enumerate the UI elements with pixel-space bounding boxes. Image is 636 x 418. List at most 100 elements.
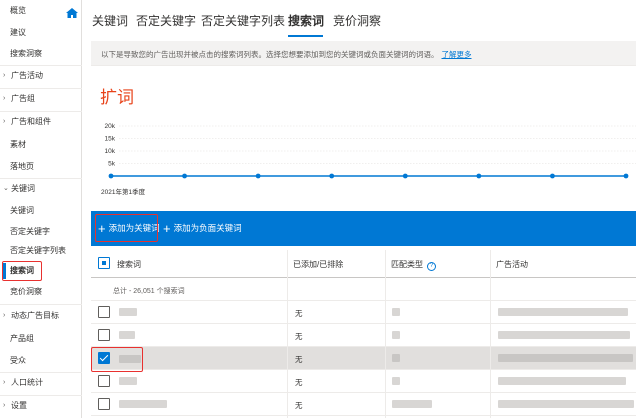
chevron-right-icon: › [3,95,6,102]
select-all-checkbox[interactable] [98,257,110,269]
main-content: 关键词 否定关键字 否定关键字列表 搜索词 竞价洞察 以下是导致您的广告出现并被… [83,0,636,418]
sidebar-item-search-insights[interactable]: 搜索洞察 [0,43,82,65]
sidebar-item-label: 否定关键字列表 [10,246,66,255]
chevron-right-icon: › [3,312,6,319]
sidebar-item-ad-groups[interactable]: › 广告组 [0,88,82,110]
sidebar: 概览 建议 搜索洞察 › 广告活动 › 广告组 › 广告和组件 素材 落地页 ⌄ 关键词… [0,0,82,418]
sidebar-item-assets[interactable]: 素材 [0,134,82,156]
tab-negative-keywords[interactable]: 否定关键字 [136,12,196,29]
redacted-term [119,377,137,385]
sidebar-item-keywords[interactable]: 关键词 [0,200,82,222]
add-as-negative-keyword-button[interactable]: + 添加为负面关键词 [163,221,242,236]
tab-active-underline [288,35,323,37]
column-divider [490,250,491,418]
row-checkbox[interactable] [98,329,110,341]
table-row[interactable]: 无 [91,347,636,370]
summary-row: 总计 - 26,051 个搜索词 [91,278,636,301]
row-checkbox[interactable] [98,398,110,410]
sidebar-item-label: 概览 [10,6,26,15]
y-tick-label: 10k [105,148,116,155]
sidebar-item-landing-pages[interactable]: 落地页 [0,156,82,178]
sidebar-item-demographics[interactable]: › 人口统计 [0,372,82,394]
table-header: 搜索词 已添加/已排除 匹配类型? 广告活动 [91,250,636,278]
table-row[interactable]: 无 [91,301,636,324]
redacted-match-type [392,308,400,316]
sidebar-item-label: 关键词 [11,184,35,193]
chevron-right-icon: › [3,379,6,386]
redacted-campaign [498,400,634,408]
help-icon[interactable]: ? [427,262,436,271]
sidebar-item-campaigns[interactable]: › 广告活动 [0,65,82,87]
sidebar-item-ads-assets[interactable]: › 广告和组件 [0,111,82,133]
sidebar-item-settings[interactable]: › 设置 [0,395,82,417]
y-tick-label: 5k [108,161,116,168]
row-checkbox[interactable] [98,306,110,318]
chevron-right-icon: › [3,72,6,79]
sidebar-item-label: 人口统计 [11,378,43,387]
redacted-match-type [392,354,400,362]
data-point[interactable] [255,173,261,179]
highlight-box [95,214,158,242]
sidebar-item-product-groups[interactable]: 产品组 [0,328,82,350]
column-header-added-excluded[interactable]: 已添加/已排除 [293,259,343,270]
redacted-term [119,400,167,408]
data-point[interactable] [550,173,555,179]
column-divider [287,250,288,418]
redacted-term [119,308,137,316]
info-message: 以下是导致您的广告出现并被点击的搜索词列表。选择您想要添加到您的关键词或负面关键… [101,50,439,59]
redacted-term [119,331,135,339]
chevron-right-icon: › [3,118,6,125]
redacted-campaign [498,354,633,362]
tab-negative-keyword-lists[interactable]: 否定关键字列表 [201,12,285,29]
section-title: 扩词 [100,88,134,107]
column-header-campaign[interactable]: 广告活动 [496,259,528,270]
data-point[interactable] [476,173,482,179]
chevron-down-icon: ⌄ [3,185,9,192]
redacted-match-type [392,331,400,339]
table-row[interactable]: 无 [91,393,636,416]
sidebar-item-audiences[interactable]: 受众 [0,350,82,372]
highlight-box [91,347,143,372]
data-point[interactable] [402,173,408,179]
sidebar-item-recommendations[interactable]: 建议 [0,22,82,44]
info-text: 以下是导致您的广告出现并被点击的搜索词列表。选择您想要添加到您的关键词或负面关键… [101,49,472,60]
tab-search-terms[interactable]: 搜索词 [288,12,324,29]
sidebar-item-dynamic-ad-targets[interactable]: › 动态广告目标 [0,305,82,327]
x-axis-label: 2021年第1季度 [101,187,146,196]
data-point[interactable] [108,173,114,179]
row-checkbox[interactable] [98,375,110,387]
learn-more-link[interactable]: 了解更多 [442,50,472,59]
add-as-negative-keyword-label: 添加为负面关键词 [173,223,242,233]
sidebar-item-overview[interactable]: 概览 [0,0,82,22]
sidebar-item-auction-insights[interactable]: 竞价洞察 [0,281,82,303]
redacted-campaign [498,331,630,339]
data-point[interactable] [329,173,335,179]
sidebar-item-label: 广告活动 [11,71,43,80]
y-tick-label: 20k [105,123,116,130]
data-point[interactable] [623,173,629,179]
sidebar-item-label: 素材 [10,140,26,149]
data-point[interactable] [182,173,187,179]
tab-auction-insights[interactable]: 竞价洞察 [333,12,381,29]
redacted-campaign [498,308,628,316]
plus-icon: + [163,221,171,236]
table-row[interactable]: 无 [91,324,636,347]
info-bar: 以下是导致您的广告出现并被点击的搜索词列表。选择您想要添加到您的关键词或负面关键… [91,41,636,66]
y-tick-label: 15k [105,136,116,143]
match-type-label: 匹配类型 [391,260,423,269]
sidebar-item-label: 竞价洞察 [10,287,42,296]
sidebar-item-label: 关键词 [10,206,34,215]
sidebar-item-label: 落地页 [10,162,34,171]
added-status: 无 [295,309,303,318]
sidebar-item-label: 动态广告目标 [11,311,59,320]
redacted-match-type [392,400,432,408]
sidebar-item-keywords-group[interactable]: ⌄ 关键词 [0,178,82,200]
tab-keywords[interactable]: 关键词 [92,12,128,29]
column-divider [385,250,386,418]
sidebar-item-label: 设置 [11,401,27,410]
column-header-match-type[interactable]: 匹配类型? [391,259,436,271]
sidebar-item-label: 建议 [10,28,26,37]
sidebar-item-negative-keyword-lists[interactable]: 否定关键字列表 [0,240,82,262]
column-header-search-term[interactable]: 搜索词 [117,259,141,270]
table-row[interactable]: 无 [91,370,636,393]
